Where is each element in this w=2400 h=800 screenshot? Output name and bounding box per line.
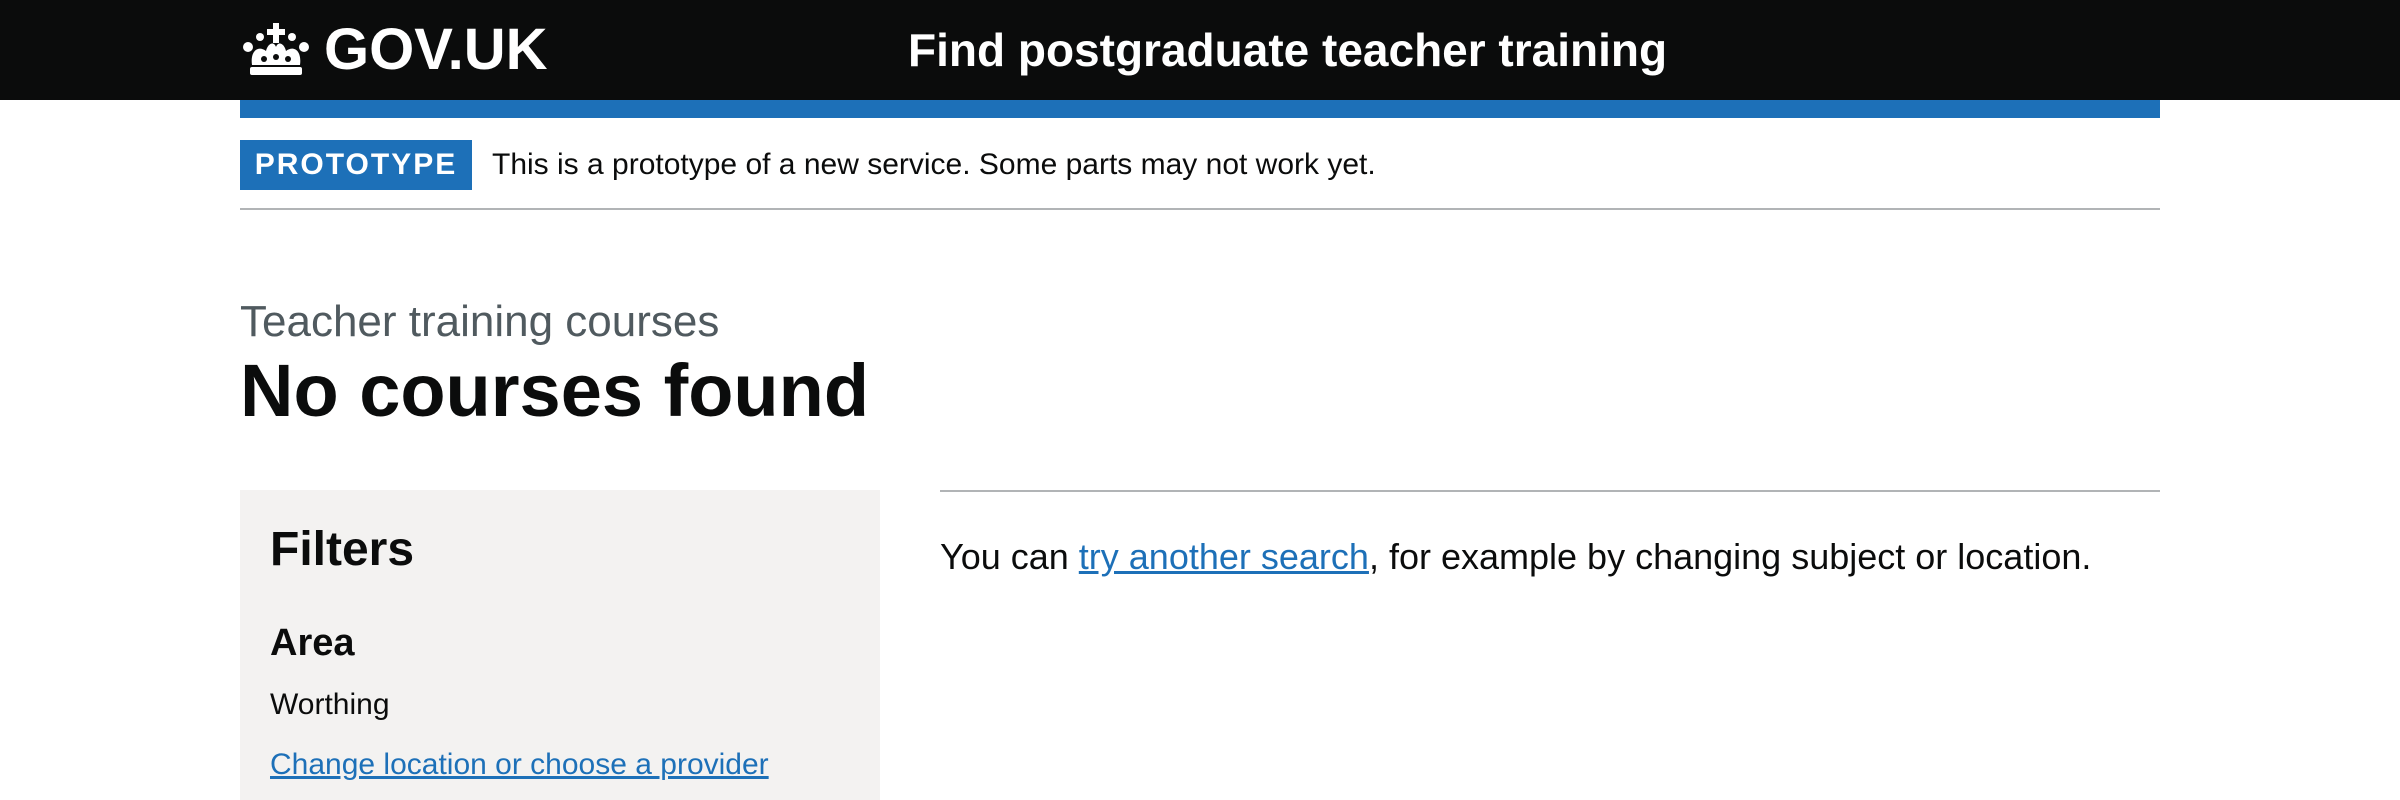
phase-banner: PROTOTYPE This is a prototype of a new s…	[240, 140, 2160, 210]
filters-panel: Filters Area Worthing Change location or…	[240, 490, 880, 800]
phase-tag: PROTOTYPE	[240, 140, 472, 190]
service-name-link[interactable]: Find postgraduate teacher training	[908, 22, 1667, 78]
phase-banner-text: This is a prototype of a new service. So…	[492, 148, 1376, 181]
govuk-logo-link[interactable]: GOV.UK	[240, 18, 547, 82]
filters-heading: Filters	[270, 523, 415, 576]
results-message: You can try another search, for example …	[940, 532, 2091, 582]
filter-area-value: Worthing	[270, 688, 390, 721]
page-title: No courses found	[240, 349, 870, 432]
results-text-before: You can	[940, 536, 1079, 577]
crown-icon	[243, 23, 309, 75]
filter-area-label: Area	[270, 622, 355, 664]
site-header: GOV.UK Find postgraduate teacher trainin…	[0, 0, 2400, 100]
logo-text: GOV.UK	[324, 17, 548, 82]
page-caption: Teacher training courses	[240, 297, 720, 346]
change-location-link[interactable]: Change location or choose a provider	[270, 744, 769, 786]
results-text-after: , for example by changing subject or loc…	[1368, 536, 2092, 577]
results-section: You can try another search, for example …	[940, 490, 2160, 577]
header-blue-bar	[240, 100, 2160, 118]
try-another-search-link[interactable]: try another search	[1079, 536, 1369, 577]
